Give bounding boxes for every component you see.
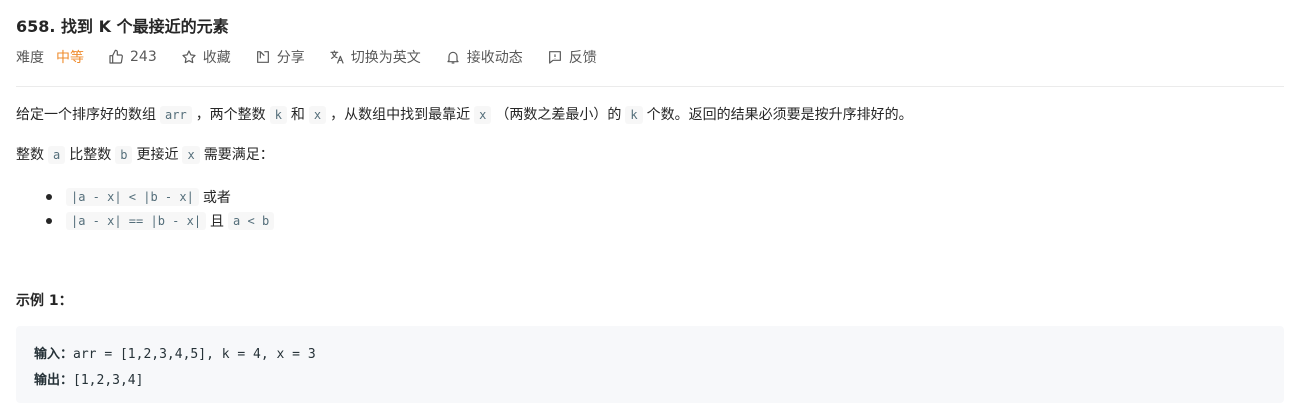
difficulty: 难度 中等 xyxy=(16,47,84,67)
example-output-line: 输出：[1,2,3,4] xyxy=(34,369,143,388)
translate-button[interactable]: 切换为英文 xyxy=(329,47,421,67)
inline-code: x xyxy=(308,106,327,124)
share-label: 分享 xyxy=(276,50,305,66)
desc-text: 比整数 xyxy=(69,147,112,163)
desc-text: ，两个整数 xyxy=(195,107,266,123)
difficulty-value: 中等 xyxy=(56,50,84,66)
inline-code: x xyxy=(182,146,200,164)
thumbs-up-icon xyxy=(109,49,123,64)
bell-icon xyxy=(447,51,459,64)
header-divider xyxy=(16,86,1284,87)
share-button[interactable]: 分享 xyxy=(255,47,305,67)
like-count: 243 xyxy=(130,49,157,65)
desc-text: 和 xyxy=(290,107,305,123)
bullet-icon xyxy=(46,194,52,200)
desc-text: 需要满足： xyxy=(203,147,274,163)
feedback-button[interactable]: 反馈 xyxy=(547,47,597,67)
desc-text: 给定一个排序好的数组 xyxy=(16,107,156,123)
inline-code: k xyxy=(625,106,643,124)
share-icon xyxy=(256,51,269,63)
desc-text: ，从数组中找到最靠近 xyxy=(330,107,471,123)
inline-code: k xyxy=(269,106,287,124)
description-paragraph-2: 整数 a 比整数 b 更接近 x 需要满足： xyxy=(16,145,274,165)
condition-list: |a - x| < |b - x| 或者 |a - x| == |b - x| … xyxy=(16,185,278,233)
example-input-line: 输入：arr = [1,2,3,4,5], k = 4, x = 3 xyxy=(34,343,316,362)
difficulty-label: 难度 xyxy=(16,50,44,66)
feedback-icon xyxy=(548,51,561,64)
inline-code: a xyxy=(48,146,66,164)
example-input-label: 输入： xyxy=(34,347,74,362)
inline-code: b xyxy=(115,146,133,164)
like-button[interactable]: 243 xyxy=(108,49,157,65)
example-code-block: 输入：arr = [1,2,3,4,5], k = 4, x = 3 输出：[1… xyxy=(16,326,1284,403)
example-title: 示例 1： xyxy=(16,293,73,309)
desc-text: 整数 xyxy=(16,147,44,163)
subscribe-button[interactable]: 接收动态 xyxy=(445,47,523,67)
translate-icon xyxy=(330,50,344,64)
problem-title: 658. 找到 K 个最接近的元素 xyxy=(16,17,229,36)
inline-code: a < b xyxy=(228,212,275,230)
desc-text: 个数。返回的结果必须要是按升序排好的。 xyxy=(646,107,913,123)
list-item: |a - x| == |b - x| 且 a < b xyxy=(16,209,278,233)
collect-label: 收藏 xyxy=(202,50,231,66)
translate-label: 切换为英文 xyxy=(350,50,421,66)
list-item-text: 或者 xyxy=(202,190,231,206)
list-item: |a - x| < |b - x| 或者 xyxy=(16,185,278,209)
inline-code: x xyxy=(474,106,492,124)
example-output-value: [1,2,3,4] xyxy=(73,373,144,388)
problem-meta-bar: 难度 中等 243 收藏 分享 切换为英文 接收动态 反馈 xyxy=(16,46,621,68)
subscribe-label: 接收动态 xyxy=(466,50,523,66)
inline-code: |a - x| == |b - x| xyxy=(66,212,207,230)
desc-text: （两数之差最小）的 xyxy=(495,107,622,123)
example-output-label: 输出： xyxy=(34,373,74,388)
example-input-value: arr = [1,2,3,4,5], k = 4, x = 3 xyxy=(73,347,316,362)
collect-button[interactable]: 收藏 xyxy=(181,47,231,67)
bullet-icon xyxy=(46,218,52,224)
feedback-label: 反馈 xyxy=(568,50,597,66)
inline-code: |a - x| < |b - x| xyxy=(66,188,199,206)
star-icon xyxy=(182,50,196,64)
description-paragraph-1: 给定一个排序好的数组 arr ，两个整数 k 和 x ，从数组中找到最靠近 x （两数之差最小）… xyxy=(16,105,913,125)
desc-text: 更接近 xyxy=(136,147,179,163)
list-item-text: 且 xyxy=(210,214,225,230)
inline-code: arr xyxy=(160,106,192,124)
